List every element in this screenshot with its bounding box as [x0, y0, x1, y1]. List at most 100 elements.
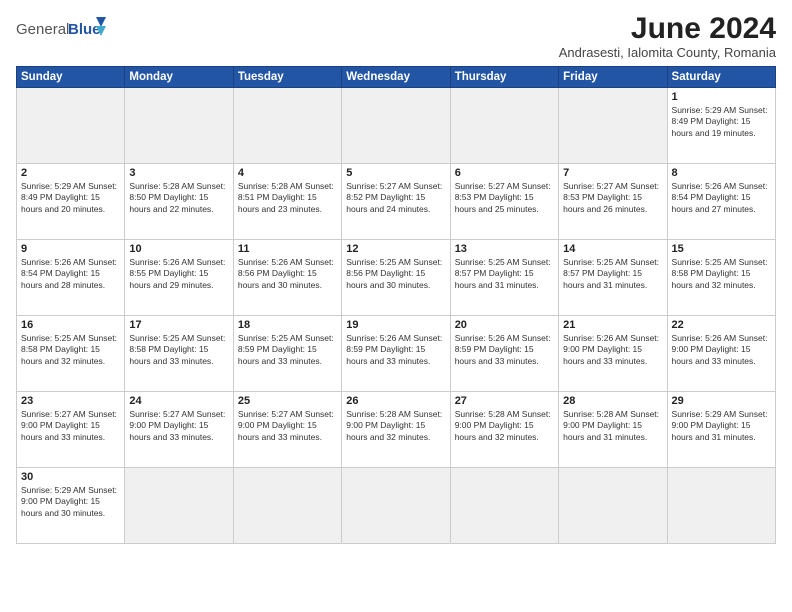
table-row: 25 Sunrise: 5:27 AM Sunset: 9:00 PM Dayli… — [233, 392, 341, 468]
table-row — [342, 468, 450, 544]
day-info: Sunrise: 5:27 AM Sunset: 9:00 PM Dayligh… — [129, 409, 228, 443]
day-number: 23 — [21, 395, 120, 407]
day-info: Sunrise: 5:29 AM Sunset: 8:49 PM Dayligh… — [21, 181, 120, 215]
table-row: 12Sunrise: 5:25 AM Sunset: 8:56 PM Dayli… — [342, 240, 450, 316]
day-info: Sunrise: 5:26 AM Sunset: 8:54 PM Dayligh… — [672, 181, 771, 215]
logo: General Blue — [16, 12, 106, 57]
header: General Blue June 2024 Andrasesti, Ialom… — [16, 12, 776, 60]
day-number: 4 — [238, 167, 337, 179]
day-number: 27 — [455, 395, 554, 407]
day-info: Sunrise: 5:29 AM Sunset: 9:00 PM Dayligh… — [21, 485, 120, 519]
day-info: Sunrise: 5:28 AM Sunset: 8:50 PM Dayligh… — [129, 181, 228, 215]
day-number: 22 — [672, 319, 771, 331]
table-row: 8 Sunrise: 5:26 AM Sunset: 8:54 PM Daylig… — [667, 164, 775, 240]
table-row: 20Sunrise: 5:26 AM Sunset: 8:59 PM Dayli… — [450, 316, 558, 392]
page: General Blue June 2024 Andrasesti, Ialom… — [0, 0, 792, 552]
day-number: 29 — [672, 395, 771, 407]
table-row: 19 Sunrise: 5:26 AM Sunset: 8:59 PM Dayli… — [342, 316, 450, 392]
day-number: 25 — [238, 395, 337, 407]
table-row: 24 Sunrise: 5:27 AM Sunset: 9:00 PM Dayli… — [125, 392, 233, 468]
day-number: 28 — [563, 395, 662, 407]
table-row: 22 Sunrise: 5:26 AM Sunset: 9:00 PM Dayli… — [667, 316, 775, 392]
day-info: Sunrise: 5:27 AM Sunset: 9:00 PM Dayligh… — [21, 409, 120, 443]
col-saturday: Saturday — [667, 67, 775, 88]
day-number: 12 — [346, 243, 445, 255]
table-row: 3Sunrise: 5:28 AM Sunset: 8:50 PM Daylig… — [125, 164, 233, 240]
title-block: June 2024 Andrasesti, Ialomita County, R… — [559, 12, 776, 60]
day-number: 21 — [563, 319, 662, 331]
table-row — [125, 88, 233, 164]
col-thursday: Thursday — [450, 67, 558, 88]
svg-text:General: General — [16, 21, 69, 38]
day-number: 30 — [21, 471, 120, 483]
day-info: Sunrise: 5:26 AM Sunset: 8:59 PM Dayligh… — [346, 333, 445, 367]
day-info: Sunrise: 5:26 AM Sunset: 9:00 PM Dayligh… — [563, 333, 662, 367]
table-row — [450, 468, 558, 544]
day-number: 6 — [455, 167, 554, 179]
svg-text:Blue: Blue — [68, 21, 101, 38]
table-row: 23 Sunrise: 5:27 AM Sunset: 9:00 PM Dayli… — [17, 392, 125, 468]
table-row — [125, 468, 233, 544]
table-row — [667, 468, 775, 544]
day-number: 2 — [21, 167, 120, 179]
col-monday: Monday — [125, 67, 233, 88]
table-row: 6 Sunrise: 5:27 AM Sunset: 8:53 PM Daylig… — [450, 164, 558, 240]
table-row: 10 Sunrise: 5:26 AM Sunset: 8:55 PM Dayli… — [125, 240, 233, 316]
day-info: Sunrise: 5:25 AM Sunset: 8:59 PM Dayligh… — [238, 333, 337, 367]
table-row — [233, 468, 341, 544]
table-row: 30 Sunrise: 5:29 AM Sunset: 9:00 PM Dayli… — [17, 468, 125, 544]
table-row — [559, 468, 667, 544]
day-info: Sunrise: 5:26 AM Sunset: 8:54 PM Dayligh… — [21, 257, 120, 291]
table-row: 21 Sunrise: 5:26 AM Sunset: 9:00 PM Dayli… — [559, 316, 667, 392]
table-row: 26Sunrise: 5:28 AM Sunset: 9:00 PM Dayli… — [342, 392, 450, 468]
day-number: 7 — [563, 167, 662, 179]
day-number: 15 — [672, 243, 771, 255]
day-number: 5 — [346, 167, 445, 179]
table-row: 5Sunrise: 5:27 AM Sunset: 8:52 PM Daylig… — [342, 164, 450, 240]
day-info: Sunrise: 5:25 AM Sunset: 8:58 PM Dayligh… — [672, 257, 771, 291]
day-info: Sunrise: 5:26 AM Sunset: 9:00 PM Dayligh… — [672, 333, 771, 367]
table-row — [17, 88, 125, 164]
table-row: 16 Sunrise: 5:25 AM Sunset: 8:58 PM Dayli… — [17, 316, 125, 392]
day-info: Sunrise: 5:25 AM Sunset: 8:57 PM Dayligh… — [455, 257, 554, 291]
month-year: June 2024 — [559, 12, 776, 45]
day-info: Sunrise: 5:28 AM Sunset: 9:00 PM Dayligh… — [563, 409, 662, 443]
day-info: Sunrise: 5:25 AM Sunset: 8:58 PM Dayligh… — [21, 333, 120, 367]
day-info: Sunrise: 5:25 AM Sunset: 8:58 PM Dayligh… — [129, 333, 228, 367]
day-number: 17 — [129, 319, 228, 331]
table-row: 29 Sunrise: 5:29 AM Sunset: 9:00 PM Dayli… — [667, 392, 775, 468]
table-row — [450, 88, 558, 164]
day-number: 11 — [238, 243, 337, 255]
day-info: Sunrise: 5:27 AM Sunset: 8:53 PM Dayligh… — [563, 181, 662, 215]
col-friday: Friday — [559, 67, 667, 88]
table-row: 2 Sunrise: 5:29 AM Sunset: 8:49 PM Daylig… — [17, 164, 125, 240]
day-number: 13 — [455, 243, 554, 255]
day-info: Sunrise: 5:27 AM Sunset: 9:00 PM Dayligh… — [238, 409, 337, 443]
table-row: 11 Sunrise: 5:26 AM Sunset: 8:56 PM Dayli… — [233, 240, 341, 316]
day-info: Sunrise: 5:29 AM Sunset: 8:49 PM Dayligh… — [672, 105, 771, 139]
table-row — [233, 88, 341, 164]
day-number: 26 — [346, 395, 445, 407]
location: Andrasesti, Ialomita County, Romania — [559, 45, 776, 60]
day-info: Sunrise: 5:27 AM Sunset: 8:53 PM Dayligh… — [455, 181, 554, 215]
day-info: Sunrise: 5:28 AM Sunset: 9:00 PM Dayligh… — [455, 409, 554, 443]
table-row: 9Sunrise: 5:26 AM Sunset: 8:54 PM Daylig… — [17, 240, 125, 316]
day-number: 10 — [129, 243, 228, 255]
day-number: 24 — [129, 395, 228, 407]
day-number: 8 — [672, 167, 771, 179]
table-row: 18 Sunrise: 5:25 AM Sunset: 8:59 PM Dayli… — [233, 316, 341, 392]
table-row: 15 Sunrise: 5:25 AM Sunset: 8:58 PM Dayli… — [667, 240, 775, 316]
day-info: Sunrise: 5:25 AM Sunset: 8:57 PM Dayligh… — [563, 257, 662, 291]
day-info: Sunrise: 5:26 AM Sunset: 8:55 PM Dayligh… — [129, 257, 228, 291]
logo-text: General Blue — [16, 12, 106, 57]
table-row: 13 Sunrise: 5:25 AM Sunset: 8:57 PM Dayli… — [450, 240, 558, 316]
day-number: 1 — [672, 91, 771, 103]
col-tuesday: Tuesday — [233, 67, 341, 88]
day-info: Sunrise: 5:29 AM Sunset: 9:00 PM Dayligh… — [672, 409, 771, 443]
calendar-header-row: Sunday Monday Tuesday Wednesday Thursday… — [17, 67, 776, 88]
table-row: 28 Sunrise: 5:28 AM Sunset: 9:00 PM Dayli… — [559, 392, 667, 468]
day-number: 18 — [238, 319, 337, 331]
day-number: 19 — [346, 319, 445, 331]
day-number: 16 — [21, 319, 120, 331]
day-info: Sunrise: 5:26 AM Sunset: 8:56 PM Dayligh… — [238, 257, 337, 291]
